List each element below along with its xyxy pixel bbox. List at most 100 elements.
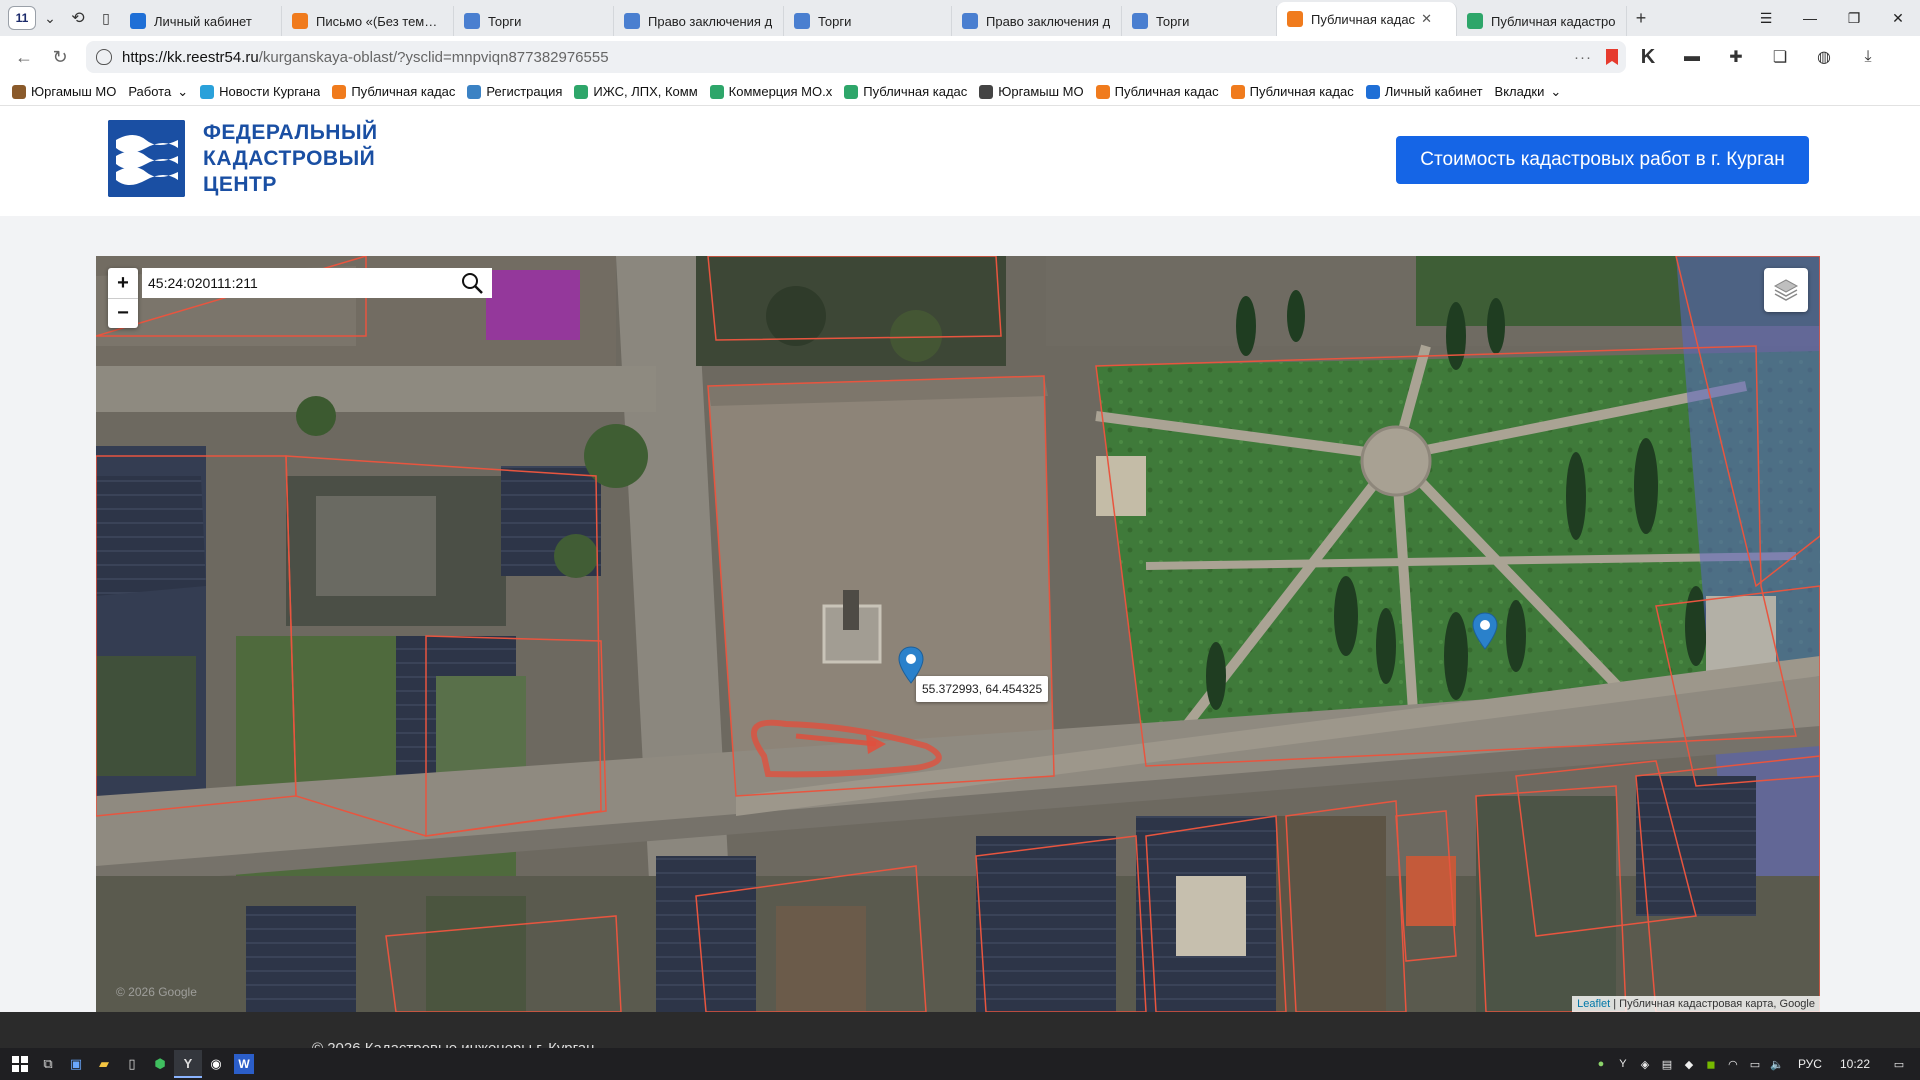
bookmark-item[interactable]: Юргамыш МО: [979, 84, 1084, 99]
zoom-control: + −: [108, 268, 138, 328]
search-icon[interactable]: [460, 271, 484, 295]
bookmark-folder[interactable]: Работа ⌄: [128, 84, 188, 100]
browser-tab[interactable]: Право заключения д: [952, 6, 1122, 36]
close-window-button[interactable]: ✕: [1876, 0, 1920, 36]
browser-tab[interactable]: Торги: [1122, 6, 1277, 36]
page-icon[interactable]: ▯: [92, 4, 120, 32]
browser-tab[interactable]: Торги: [454, 6, 614, 36]
battery-icon[interactable]: ▭: [1744, 1053, 1766, 1075]
notepad-icon[interactable]: ▯: [118, 1050, 146, 1078]
logo-line-2: КАДАСТРОВЫЙ: [203, 147, 376, 170]
house-icon: [1095, 84, 1110, 99]
yandex-tray-icon[interactable]: Y: [1612, 1053, 1634, 1075]
bookmark-item[interactable]: Юргамыш МО: [12, 84, 116, 99]
leaflet-link[interactable]: Leaflet: [1577, 998, 1610, 1010]
wifi-icon[interactable]: ◠: [1722, 1053, 1744, 1075]
android-icon[interactable]: ●: [1590, 1053, 1612, 1075]
logo-mark-icon[interactable]: [108, 120, 185, 197]
back-button[interactable]: ←: [6, 39, 42, 75]
extensions-puzzle-icon[interactable]: ✚: [1714, 39, 1758, 75]
bookmarks-bar: Юргамыш МО Работа ⌄ Новости Кургана Публичн…: [0, 78, 1920, 106]
system-tray: ● Y ◈ ▤ ◆ ◼ ◠ ▭ 🔈 РУС 10:22 ▭: [1590, 1048, 1920, 1080]
bookmark-item[interactable]: Коммерция МО.x: [709, 84, 833, 99]
bookmark-item[interactable]: Публичная кадас: [1230, 84, 1354, 99]
shield-icon: [1365, 84, 1380, 99]
bookmark-item[interactable]: ИЖС, ЛПХ, Комм: [574, 84, 698, 99]
building-icon: [709, 84, 724, 99]
network-app-icon[interactable]: ◈: [1634, 1053, 1656, 1075]
tab-label: Письмо «(Без темы)»: [316, 13, 443, 29]
extension-k-icon[interactable]: K: [1626, 39, 1670, 75]
satellite-imagery: © 2026 Google: [96, 256, 1820, 1012]
bookmark-label: Коммерция МО.x: [728, 84, 833, 99]
cadastral-map[interactable]: © 2026 Google + − 55.372993, 64.454325 L…: [96, 256, 1820, 1012]
layers-button[interactable]: [1764, 268, 1808, 312]
browser-tab[interactable]: Письмо «(Без темы)»: [282, 6, 454, 36]
bookmark-item[interactable]: Публичная кадас: [1095, 84, 1219, 99]
shield-app-icon[interactable]: ⬢: [146, 1050, 174, 1078]
bookmark-item[interactable]: Личный кабинет: [1365, 84, 1483, 99]
logo-text[interactable]: ФЕДЕРАЛЬНЫЙ КАДАСТРОВЫЙ ЦЕНТР: [203, 120, 378, 198]
map-icon: [1467, 13, 1483, 29]
notifications-icon[interactable]: ▭: [1888, 1053, 1910, 1075]
url-input[interactable]: https://kk.reestr54.ru/kurganskaya-oblas…: [86, 41, 1626, 73]
word-icon[interactable]: W: [234, 1054, 254, 1074]
restore-button[interactable]: ❐: [1832, 0, 1876, 36]
bookmark-item[interactable]: Регистрация: [467, 84, 562, 99]
extension-hat-icon[interactable]: ▬: [1670, 39, 1714, 75]
bookmark-item[interactable]: Новости Кургана: [200, 84, 320, 99]
map-icon: [844, 84, 859, 99]
extension-status-icon[interactable]: ◍: [1802, 39, 1846, 75]
bookmark-folder[interactable]: Вкладки ⌄: [1495, 84, 1562, 100]
table-icon: [467, 84, 482, 99]
file-explorer-icon[interactable]: ▰: [90, 1050, 118, 1078]
tab-label: Публичная кадас: [1311, 11, 1416, 27]
volume-muted-icon[interactable]: 🔈: [1766, 1053, 1788, 1075]
bookmark-item[interactable]: Публичная кадас: [332, 84, 455, 99]
collections-icon[interactable]: ❏: [1758, 39, 1802, 75]
location-marker-icon[interactable]: [1472, 612, 1498, 650]
bookmark-label: Публичная кадас: [1114, 84, 1219, 99]
browser-tab[interactable]: Торги: [784, 6, 952, 36]
language-indicator[interactable]: РУС: [1798, 1057, 1822, 1071]
tab-count-button[interactable]: 11: [8, 6, 36, 30]
cadastral-cost-button[interactable]: Стоимость кадастровых работ в г. Курган: [1396, 136, 1809, 184]
house-icon: [1230, 84, 1245, 99]
yandex-browser-icon[interactable]: Y: [174, 1050, 202, 1078]
new-tab-button[interactable]: +: [1627, 4, 1655, 32]
bookmark-item[interactable]: Публичная кадас: [844, 84, 967, 99]
bookmark-label: Личный кабинет: [1384, 84, 1483, 99]
bookmark-label: Публичная кадас: [1249, 84, 1354, 99]
sync-icon[interactable]: ⟲: [64, 4, 92, 32]
bookmark-icon[interactable]: [1606, 49, 1618, 65]
browser-tab[interactable]: Личный кабинет: [120, 6, 282, 36]
browser-tab[interactable]: Публичная кадас ✕: [1277, 2, 1457, 36]
task-view-icon[interactable]: ⧉: [34, 1050, 62, 1078]
close-tab-icon[interactable]: ✕: [1421, 11, 1432, 27]
bookmark-label: Вкладки: [1494, 84, 1545, 99]
reload-button[interactable]: ↻: [42, 39, 78, 75]
clock[interactable]: 10:22: [1840, 1057, 1870, 1071]
downloads-icon[interactable]: ⤓: [1846, 39, 1890, 75]
browser-tab[interactable]: Право заключения д: [614, 6, 784, 36]
minimize-button[interactable]: —: [1788, 0, 1832, 36]
chrome-icon[interactable]: ◉: [202, 1050, 230, 1078]
mail-icon: [292, 13, 308, 29]
printer-icon[interactable]: ▤: [1656, 1053, 1678, 1075]
tab-list-chevron-icon[interactable]: ⌄: [36, 4, 64, 32]
bluetooth-icon[interactable]: ◆: [1678, 1053, 1700, 1075]
tab-label: Право заключения д: [986, 13, 1111, 29]
zoom-in-button[interactable]: +: [108, 268, 138, 298]
attribution-text: | Публичная кадастровая карта, Google: [1610, 998, 1815, 1010]
site-info-icon[interactable]: [96, 49, 112, 65]
cadastral-number-input[interactable]: [148, 275, 448, 291]
browser-tab[interactable]: Публичная кадастро: [1457, 6, 1627, 36]
zoom-out-button[interactable]: −: [108, 298, 138, 328]
save-app-icon[interactable]: ▣: [62, 1050, 90, 1078]
bookmark-label: Новости Кургана: [219, 84, 321, 99]
more-dots-icon[interactable]: ···: [1574, 49, 1592, 66]
emblem-icon: [464, 13, 480, 29]
nvidia-icon[interactable]: ◼: [1700, 1053, 1722, 1075]
menu-icon[interactable]: ☰: [1744, 0, 1788, 36]
windows-start-icon[interactable]: [6, 1050, 34, 1078]
